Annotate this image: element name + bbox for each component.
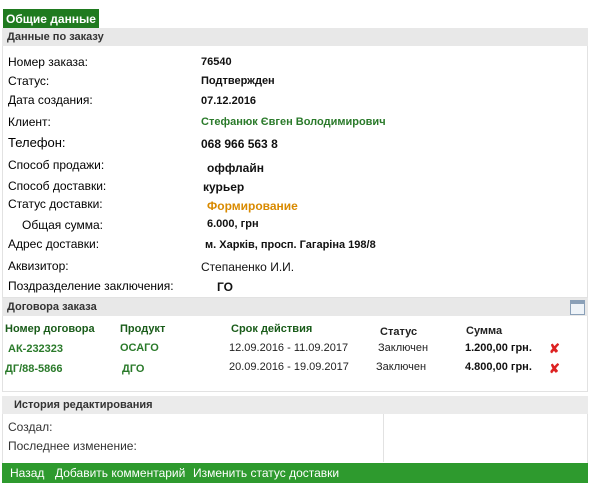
- contract-amount: 4.800,00 грн.: [465, 361, 532, 373]
- field-value-created-date: 07.12.2016: [201, 95, 257, 107]
- contract-period: 20.09.2016 - 19.09.2017: [229, 361, 349, 373]
- field-label-created-date: Дата создания:: [8, 93, 93, 107]
- contract-amount: 1.200,00 грн.: [465, 342, 532, 354]
- order-section-header: Данные по заказу: [2, 28, 588, 46]
- field-value-delivery-address: м. Харків, просп. Гагаріна 198/8: [205, 239, 376, 251]
- field-label-delivery-method: Способ доставки:: [8, 179, 107, 193]
- field-label-order-number: Номер заказа:: [8, 55, 89, 69]
- contract-period: 12.09.2016 - 11.09.2017: [229, 342, 349, 354]
- column-header-product: Продукт: [120, 323, 166, 335]
- contracts-section-header: Договора заказа: [2, 298, 588, 316]
- tab-general-data[interactable]: Общие данные: [3, 9, 99, 29]
- field-value-phone: 068 966 563 8: [201, 137, 278, 151]
- history-last-change-label: Последнее изменение:: [8, 439, 137, 453]
- field-label-acquisitor: Аквизитор:: [8, 259, 69, 273]
- contract-product[interactable]: ОСАГО: [120, 342, 159, 354]
- calendar-icon[interactable]: [570, 300, 585, 315]
- contract-status: Заключен: [376, 361, 427, 373]
- change-delivery-status-button[interactable]: Изменить статус доставки: [193, 466, 339, 480]
- column-header-number: Номер договора: [5, 323, 95, 335]
- field-label-delivery-address: Адрес доставки:: [8, 237, 100, 251]
- footer-toolbar: Назад Добавить комментарий Изменить стат…: [2, 463, 588, 483]
- field-label-status: Статус:: [8, 74, 50, 88]
- field-label-total-sum: Общая сумма:: [22, 218, 103, 232]
- field-value-sale-method: оффлайн: [207, 161, 264, 175]
- field-value-order-number: 76540: [201, 56, 232, 68]
- field-value-department: ГО: [217, 280, 233, 294]
- field-value-total-sum: 6.000, грн: [207, 218, 259, 230]
- field-label-sale-method: Способ продажи:: [8, 158, 105, 172]
- delete-icon[interactable]: ✘: [549, 342, 561, 355]
- history-section-title: История редактирования: [14, 399, 153, 411]
- add-comment-button[interactable]: Добавить комментарий: [55, 466, 185, 480]
- field-label-phone: Телефон:: [8, 135, 66, 150]
- column-header-amount: Сумма: [466, 325, 503, 337]
- field-label-client: Клиент:: [8, 115, 51, 129]
- field-label-delivery-status: Статус доставки:: [8, 197, 103, 211]
- field-label-department: Поздразделение заключения:: [8, 279, 174, 293]
- contract-number-link[interactable]: АК-232323: [8, 343, 63, 355]
- column-header-period: Срок действия: [231, 323, 313, 335]
- field-value-acquisitor: Степаненко И.И.: [201, 260, 295, 274]
- back-button[interactable]: Назад: [10, 466, 44, 480]
- contract-number-link[interactable]: ДГ/88-5866: [5, 363, 63, 375]
- history-created-label: Создал:: [8, 420, 53, 434]
- delete-icon[interactable]: ✘: [549, 362, 561, 375]
- contracts-section-title: Договора заказа: [7, 301, 97, 313]
- order-section-title: Данные по заказу: [7, 31, 104, 43]
- field-value-delivery-method: курьер: [203, 180, 245, 194]
- field-value-client-link[interactable]: Стефанюк Євген Володимирович: [201, 116, 386, 128]
- history-section-header: История редактирования: [2, 396, 588, 414]
- field-value-delivery-status: Формирование: [207, 199, 298, 213]
- contract-status: Заключен: [378, 342, 429, 354]
- field-value-status: Подтвержден: [201, 75, 275, 87]
- history-divider: [383, 414, 384, 462]
- column-header-status: Статус: [380, 326, 418, 338]
- contract-product[interactable]: ДГО: [122, 363, 144, 375]
